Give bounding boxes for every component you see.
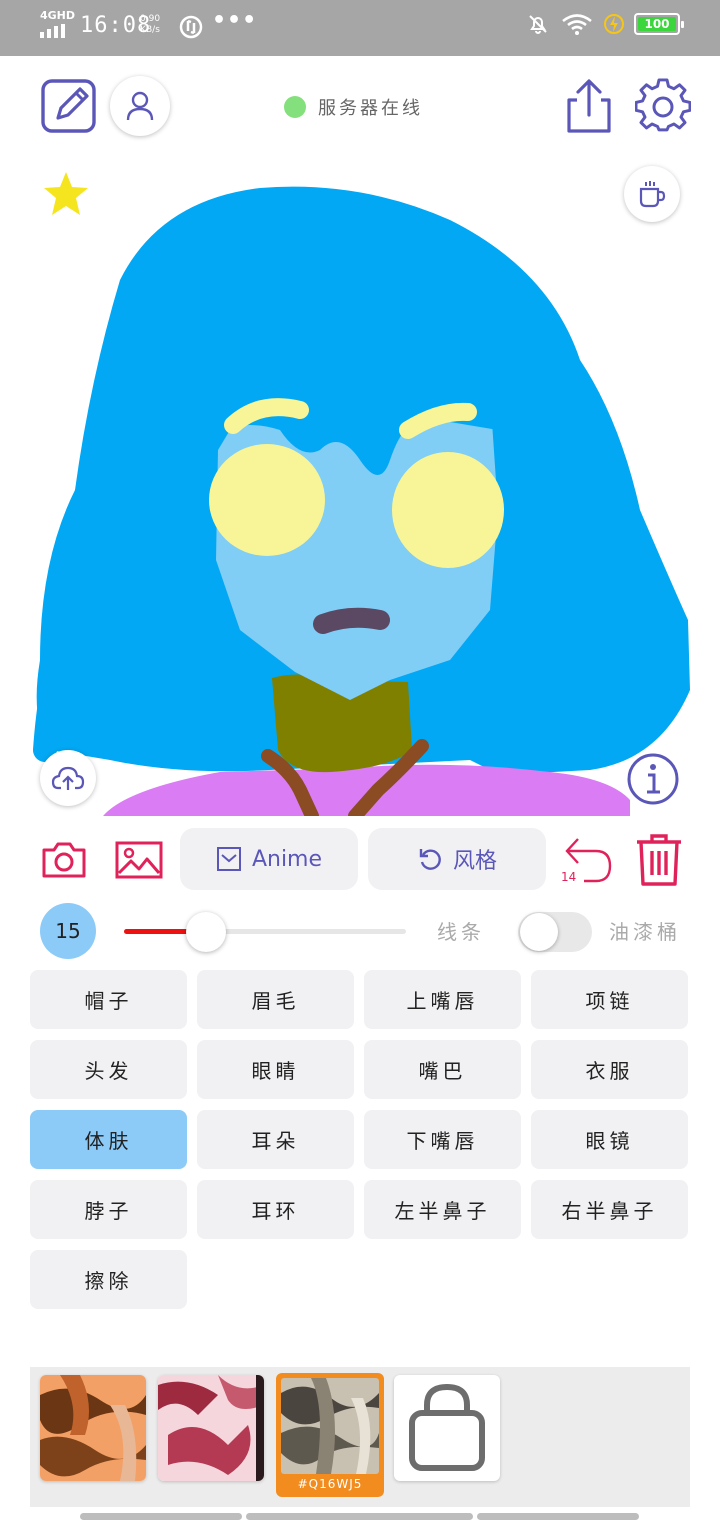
texture-thumbnail-selected[interactable]: #Q16WJ5	[276, 1373, 384, 1497]
slider-handle[interactable]	[185, 912, 226, 952]
brush-size-slider[interactable]	[124, 912, 406, 952]
portrait-drawing	[33, 186, 690, 816]
charging-icon	[604, 14, 624, 34]
nav-indicator	[477, 1513, 639, 1520]
network-type: 4GHD	[40, 9, 76, 22]
signal-icon	[40, 24, 65, 38]
trash-icon	[637, 834, 681, 886]
info-icon	[627, 753, 679, 805]
part-button[interactable]: 脖子	[30, 1180, 187, 1239]
style-label: 风格	[452, 849, 497, 874]
coffee-button[interactable]	[624, 166, 680, 222]
profile-button[interactable]	[110, 76, 170, 136]
bucket-mode-label: 油漆桶	[609, 920, 681, 944]
status-bar: 4GHD 16:08 0.90 KB/s ••• 100	[0, 0, 720, 56]
style-button[interactable]: 风格	[368, 828, 546, 890]
part-button[interactable]: 眼镜	[531, 1110, 688, 1169]
gear-icon	[635, 78, 691, 132]
part-button[interactable]: 上嘴唇	[364, 970, 521, 1029]
refresh-icon	[419, 849, 441, 870]
parts-grid: 帽子 眉毛 上嘴唇 项链头发 眼睛 嘴巴 衣服体肤 耳朵 下嘴唇 眼镜脖子 耳环 左半鼻子 右半鼻子擦除	[30, 970, 690, 1309]
part-button[interactable]: 左半鼻子	[364, 1180, 521, 1239]
toggle-knob	[520, 913, 558, 951]
data-saver-icon	[179, 15, 203, 39]
tool-row: Anime 风格 14	[0, 828, 720, 892]
share-icon	[567, 79, 611, 133]
coffee-icon	[639, 181, 666, 208]
anime-mode-button[interactable]: Anime	[180, 828, 358, 890]
server-status-dot	[284, 96, 306, 118]
server-status: 服务器在线	[284, 94, 423, 120]
line-mode-label: 线条	[437, 920, 485, 944]
share-button[interactable]	[564, 78, 614, 134]
texture-bar: #Q16WJ5	[30, 1367, 690, 1507]
battery-level: 100	[638, 17, 676, 31]
network-speed-value: 0.90	[140, 14, 161, 24]
part-button[interactable]: 帽子	[30, 970, 187, 1029]
brush-size-indicator: 15	[40, 903, 96, 959]
part-button[interactable]: 耳环	[197, 1180, 354, 1239]
part-button[interactable]: 项链	[531, 970, 688, 1029]
upload-button[interactable]	[40, 750, 96, 806]
star-icon[interactable]	[42, 170, 90, 218]
bucket-toggle[interactable]	[518, 912, 592, 952]
more-notifications: •••	[212, 8, 258, 33]
gallery-button[interactable]	[114, 840, 164, 880]
drawing-canvas[interactable]	[30, 160, 690, 816]
bell-off-icon	[529, 15, 547, 34]
part-button[interactable]: 嘴巴	[364, 1040, 521, 1099]
texture-thumbnail[interactable]	[40, 1375, 146, 1481]
battery-icon: 100	[634, 13, 684, 35]
part-button[interactable]: 耳朵	[197, 1110, 354, 1169]
texture-image-pink	[158, 1375, 264, 1481]
part-button[interactable]: 下嘴唇	[364, 1110, 521, 1169]
texture-code: #Q16WJ5	[297, 1477, 363, 1491]
part-button[interactable]: 擦除	[30, 1250, 187, 1309]
part-button[interactable]: 头发	[30, 1040, 187, 1099]
part-button[interactable]: 右半鼻子	[531, 1180, 688, 1239]
anime-mode-label: Anime	[251, 846, 323, 872]
cloud-upload-icon	[51, 766, 85, 790]
texture-image-orange	[40, 1375, 146, 1481]
wifi-icon	[562, 14, 592, 35]
part-button[interactable]: 体肤	[30, 1110, 187, 1169]
nav-indicator	[246, 1513, 473, 1520]
info-button[interactable]	[626, 752, 680, 806]
checkbox-icon	[216, 847, 241, 871]
network-speed: 0.90 KB/s	[140, 14, 160, 36]
camera-icon	[42, 842, 86, 878]
part-button[interactable]: 眉毛	[197, 970, 354, 1029]
texture-thumbnail[interactable]	[158, 1375, 264, 1481]
settings-button[interactable]	[634, 78, 692, 134]
edit-icon	[41, 79, 96, 133]
camera-button[interactable]	[40, 840, 88, 880]
texture-image-grey	[281, 1378, 379, 1474]
network-speed-unit: KB/s	[140, 25, 160, 35]
undo-count: 14	[561, 870, 577, 884]
nav-indicator	[80, 1513, 242, 1520]
delete-button[interactable]	[632, 832, 686, 888]
shopping-bag-icon	[409, 1383, 485, 1471]
part-button[interactable]: 衣服	[531, 1040, 688, 1099]
image-icon	[115, 841, 163, 879]
user-icon	[126, 91, 154, 121]
texture-store-button[interactable]	[394, 1375, 500, 1481]
server-status-text: 服务器在线	[318, 98, 423, 119]
edit-button[interactable]	[40, 78, 98, 134]
part-button[interactable]: 眼睛	[197, 1040, 354, 1099]
